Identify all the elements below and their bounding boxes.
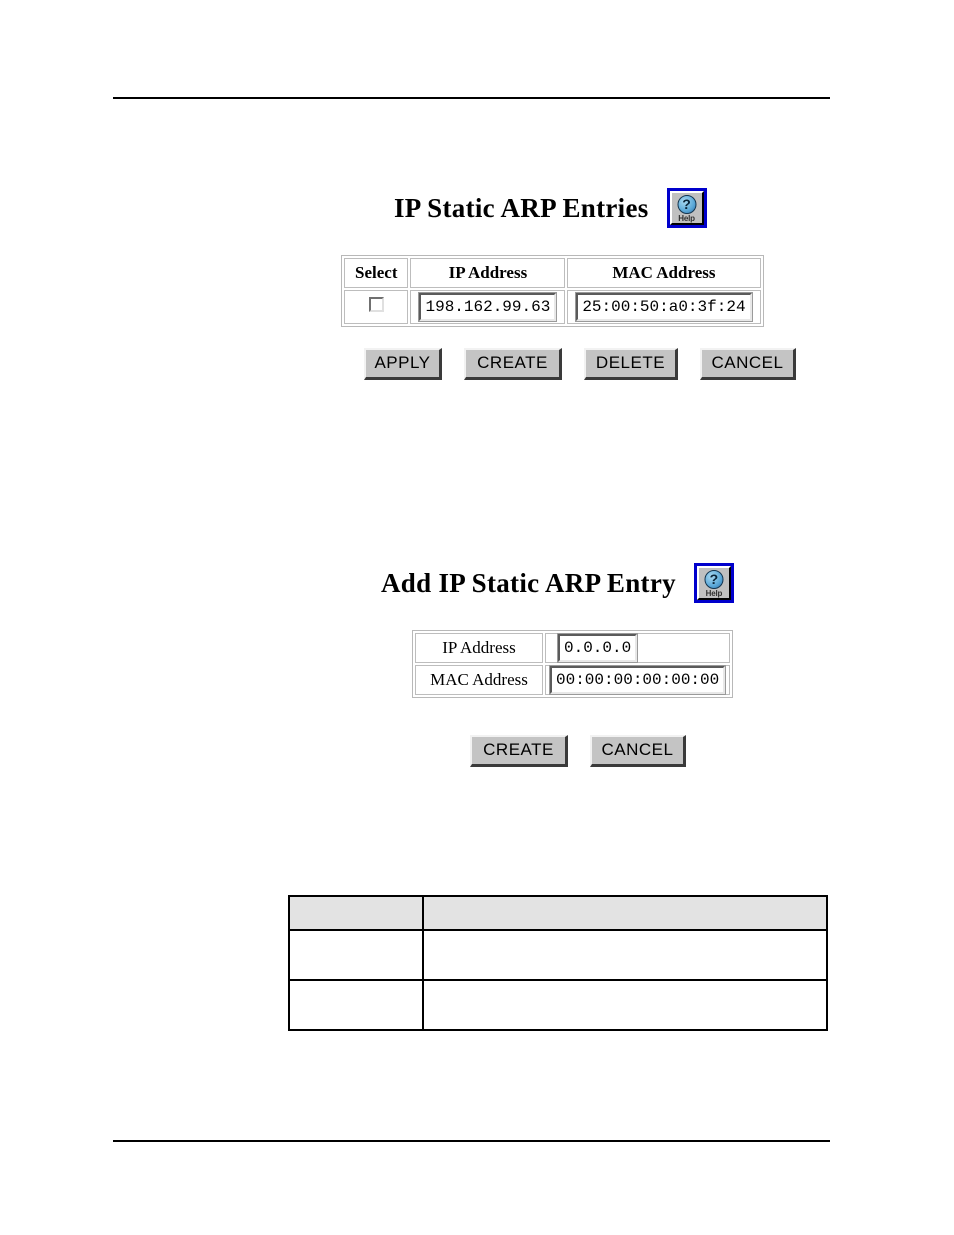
mac-address-input[interactable]: 25:00:50:a0:3f:24 [575, 292, 753, 322]
create-button[interactable]: CREATE [470, 735, 568, 767]
create-button[interactable]: CREATE [464, 348, 562, 380]
entries-section-header: IP Static ARP Entries ? Help [394, 188, 707, 228]
help-icon-label: Help [705, 589, 723, 598]
field-description-table [288, 895, 828, 1031]
mac-address-value-cell: 00:00:00:00:00:00 [545, 665, 731, 695]
mac-address-label-cell: MAC Address [415, 665, 543, 695]
new-mac-address-input[interactable]: 00:00:00:00:00:00 [548, 665, 727, 695]
desc-header-field [288, 895, 424, 931]
ip-address-label-cell: IP Address [415, 633, 543, 663]
ip-address-input[interactable]: 198.162.99.63 [418, 292, 558, 322]
desc-cell-description [422, 979, 828, 1031]
add-entry-page-title: Add IP Static ARP Entry [381, 567, 676, 598]
question-mark-icon: ? [677, 195, 697, 214]
add-ip-static-arp-entry-form: IP Address 0.0.0.0 MAC Address 00:00:00:… [412, 630, 734, 698]
column-header-ip-address: IP Address [410, 258, 566, 288]
table-row [288, 979, 828, 1031]
form-row-mac-address: MAC Address 00:00:00:00:00:00 [415, 665, 731, 695]
desc-cell-field [288, 979, 424, 1031]
page-header-rule [113, 97, 830, 99]
mac-address-label: MAC Address [430, 670, 528, 689]
column-header-mac-address: MAC Address [567, 258, 761, 288]
desc-cell-field [288, 929, 424, 981]
cancel-button[interactable]: CANCEL [700, 348, 796, 380]
table-header-row: Select IP Address MAC Address [344, 258, 761, 288]
help-icon[interactable]: ? Help [693, 563, 734, 603]
desc-header-description [422, 895, 828, 931]
entries-page-title: IP Static ARP Entries [394, 192, 649, 223]
page-footer-rule [113, 1140, 830, 1142]
table-row [288, 929, 828, 981]
column-header-select: Select [344, 258, 409, 288]
table-row: 198.162.99.63 25:00:50:a0:3f:24 [344, 290, 761, 324]
cancel-button[interactable]: CANCEL [590, 735, 686, 767]
add-section-header: Add IP Static ARP Entry ? Help [381, 563, 734, 603]
ip-address-value-cell: 0.0.0.0 [545, 633, 731, 663]
mac-address-cell: 25:00:50:a0:3f:24 [567, 290, 761, 324]
add-entry-button-row: CREATE CANCEL [470, 735, 686, 767]
ip-address-label: IP Address [442, 638, 516, 657]
delete-button[interactable]: DELETE [584, 348, 678, 380]
apply-button[interactable]: APPLY [364, 348, 442, 380]
ip-static-arp-entries-table: Select IP Address MAC Address 198.162.99… [341, 255, 764, 327]
ip-address-cell: 198.162.99.63 [410, 290, 566, 324]
desc-cell-description [422, 929, 828, 981]
entries-button-row: APPLY CREATE DELETE CANCEL [364, 348, 796, 380]
new-ip-address-input[interactable]: 0.0.0.0 [556, 633, 639, 663]
document-page: { "page": { "width": 954, "height": 1235… [0, 0, 954, 1235]
question-mark-icon: ? [704, 570, 724, 589]
select-cell [344, 290, 409, 324]
desc-header-row [288, 895, 828, 931]
help-icon[interactable]: ? Help [666, 188, 707, 228]
row-select-checkbox[interactable] [368, 297, 384, 312]
help-icon-label: Help [678, 214, 695, 223]
form-row-ip-address: IP Address 0.0.0.0 [415, 633, 731, 663]
